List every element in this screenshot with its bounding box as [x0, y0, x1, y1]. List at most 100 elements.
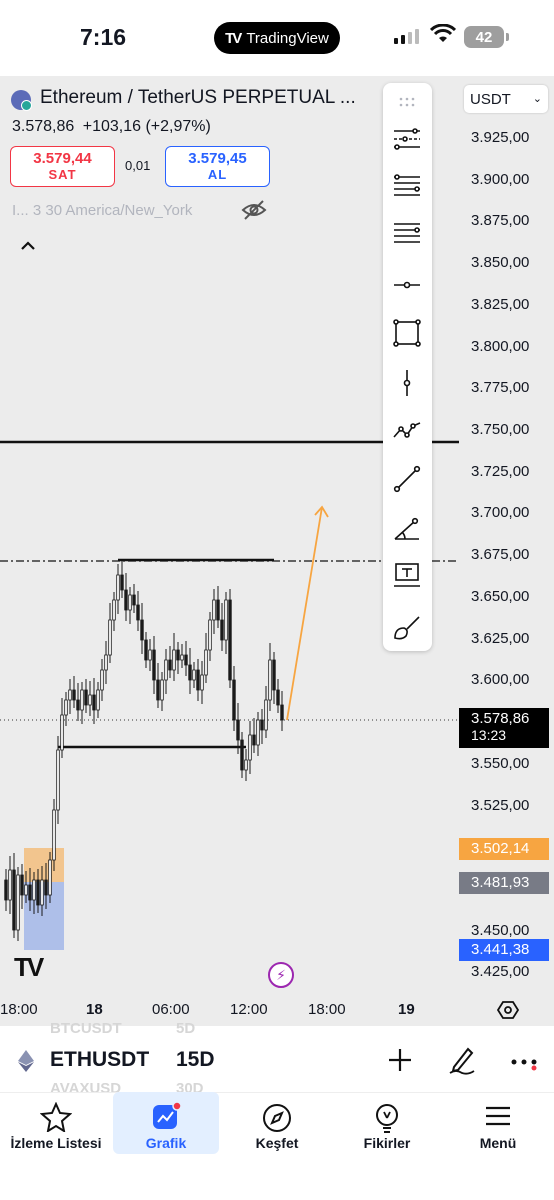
plus-icon[interactable]: [387, 1047, 413, 1073]
hexagon-settings-icon[interactable]: [497, 999, 519, 1021]
interval-button[interactable]: 15D: [176, 1048, 215, 1072]
pen-icon[interactable]: [448, 1045, 476, 1075]
candle-body: [244, 759, 248, 771]
candle-body: [76, 699, 80, 711]
candle-body: [52, 809, 56, 861]
candle-body: [20, 874, 24, 896]
candle-body: [280, 704, 284, 721]
time-label: 19: [398, 1001, 415, 1018]
text-tool-icon[interactable]: [391, 559, 423, 591]
candle-body: [184, 654, 188, 666]
currency-select[interactable]: USDT ⌄: [464, 85, 548, 113]
candle-body: [256, 719, 260, 746]
candle-body: [128, 594, 132, 611]
ghost-symbol-above: BTCUSDT: [50, 1020, 122, 1037]
candle-body: [12, 869, 16, 931]
vertical-line-icon[interactable]: [391, 367, 423, 399]
price-tick: 3.850,00: [471, 254, 530, 272]
orange-price-label: 3.502,14: [459, 838, 549, 860]
pitchfork-icon[interactable]: [391, 123, 423, 155]
candle-body: [8, 869, 12, 901]
price-tick: 3.525,00: [471, 796, 530, 814]
tab-ideas[interactable]: Fikirler: [333, 1092, 441, 1154]
candle-body: [232, 679, 236, 721]
price-tick: 3.825,00: [471, 295, 530, 313]
price-tick: 3.725,00: [471, 462, 530, 480]
tab-watchlist[interactable]: İzleme Listesi: [0, 1092, 112, 1154]
price-change: +103,16: [82, 118, 142, 135]
last-price: 3.578,86: [12, 118, 75, 135]
ethereum-icon: [18, 1050, 34, 1072]
more-icon[interactable]: [510, 1048, 538, 1072]
candle-body: [220, 619, 224, 641]
candle-body: [248, 734, 252, 761]
symbol-title[interactable]: Ethereum / TetherUS PERPETUAL ...: [40, 87, 356, 109]
candle-body: [208, 619, 212, 651]
time-label: 18: [86, 1001, 103, 1018]
candle-body: [164, 659, 168, 681]
candle-body: [116, 574, 120, 601]
chevron-up-icon[interactable]: [18, 236, 38, 256]
chart-icon: [153, 1102, 181, 1129]
brush-icon[interactable]: [391, 611, 423, 643]
tab-explore[interactable]: Keşfet: [222, 1092, 332, 1154]
gray-price-label: 3.481,93: [459, 872, 549, 894]
candle-body: [192, 669, 196, 681]
candle-body: [16, 874, 20, 931]
candle-body: [64, 699, 68, 716]
compass-icon: [263, 1104, 291, 1132]
candle-body: [160, 679, 164, 701]
ghost-interval-above: 5D: [176, 1020, 196, 1037]
candle-body: [36, 879, 40, 906]
candle-body: [112, 599, 116, 621]
candle-body: [100, 669, 104, 691]
trend-angle-icon[interactable]: [391, 513, 423, 545]
eye-slash-icon[interactable]: [240, 198, 268, 222]
price-tick: 3.800,00: [471, 337, 530, 355]
tab-chart[interactable]: Grafik: [113, 1092, 219, 1154]
candle-body: [120, 574, 124, 591]
candle-body: [276, 689, 280, 706]
candle-body: [40, 879, 44, 906]
candle-body: [4, 879, 8, 901]
indicator-legend[interactable]: I... 3 30 America/New_York: [12, 202, 192, 219]
candle-body: [272, 659, 276, 691]
price-tick: 3.700,00: [471, 504, 530, 522]
candle-body: [228, 599, 232, 681]
candle-body: [252, 734, 256, 746]
time-label: 06:00: [152, 1001, 190, 1018]
candle-body: [60, 714, 64, 751]
trend-line-icon[interactable]: [391, 463, 423, 495]
candle-body: [176, 649, 180, 661]
flash-icon[interactable]: ⚡: [268, 962, 294, 988]
blue-price-label: 3.441,38: [459, 939, 549, 961]
candle-body: [96, 689, 100, 711]
price-tick: 3.775,00: [471, 379, 530, 397]
price-change-pct: (+2,97%): [145, 118, 211, 135]
candle-body: [108, 619, 112, 656]
candle-body: [236, 719, 240, 741]
candle-body: [92, 694, 96, 711]
candles-group: [4, 561, 284, 941]
path-icon[interactable]: [391, 415, 423, 447]
tab-menu[interactable]: Menü: [442, 1092, 554, 1154]
candle-body: [44, 879, 48, 896]
spread-value: 0,01: [125, 158, 151, 173]
rectangle-icon[interactable]: [391, 317, 423, 349]
candle-body: [152, 649, 156, 681]
time-label: 18:00: [0, 1001, 38, 1018]
buy-button[interactable]: 3.579,45 AL: [165, 146, 270, 187]
grip-icon[interactable]: [391, 87, 423, 119]
candle-body: [104, 654, 108, 671]
fib-retracement-icon[interactable]: [391, 169, 423, 201]
symbol-name-button[interactable]: ETHUSDT: [50, 1048, 149, 1072]
candle-body: [84, 689, 88, 706]
tether-coin-icon: [21, 100, 32, 111]
price-tick: 3.625,00: [471, 629, 530, 647]
sell-button[interactable]: 3.579,44 SAT: [10, 146, 115, 187]
candle-body: [168, 659, 172, 671]
parallel-channel-icon[interactable]: [391, 217, 423, 249]
price-tick: 3.450,00: [471, 921, 530, 939]
horizontal-ray-icon[interactable]: [391, 269, 423, 301]
countdown-label: 13:23: [471, 727, 507, 743]
